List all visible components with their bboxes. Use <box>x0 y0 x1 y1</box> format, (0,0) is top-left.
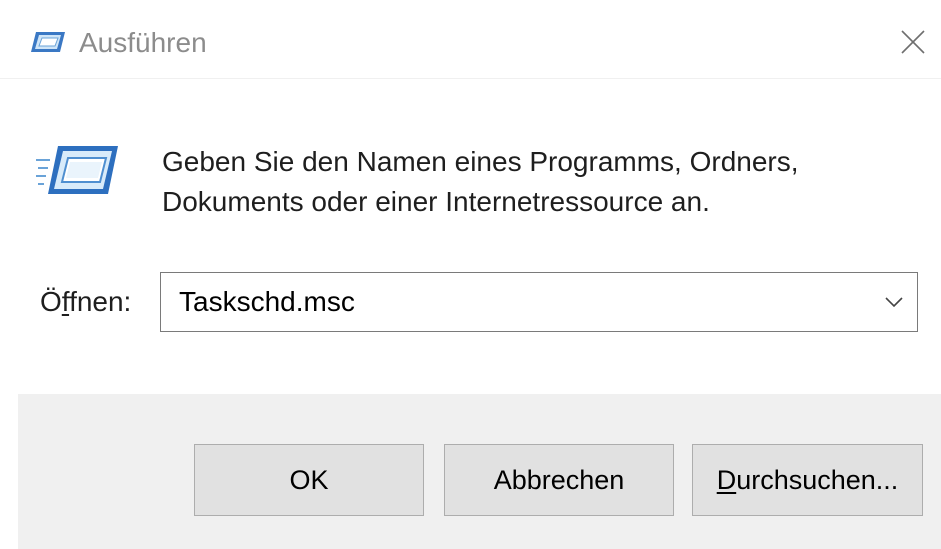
description-text: Geben Sie den Namen eines Programms, Ord… <box>162 142 922 222</box>
open-label-suffix: fnen: <box>69 286 132 317</box>
close-button[interactable] <box>885 14 941 70</box>
open-input[interactable]: Taskschd.msc <box>179 284 355 320</box>
browse-button-label: Durchsuchen... <box>717 465 899 496</box>
browse-label-rest: urchsuchen... <box>736 464 899 495</box>
ok-button[interactable]: OK <box>194 444 424 516</box>
run-dialog: Ausführen Geben Sie den Namen eines Prog… <box>0 0 941 549</box>
open-label-accelerator: f <box>61 286 70 317</box>
run-app-icon <box>30 30 66 54</box>
open-label-prefix: Ö <box>40 286 62 317</box>
open-combobox[interactable]: Taskschd.msc <box>160 272 918 332</box>
close-icon <box>901 30 925 54</box>
ok-button-label: OK <box>289 464 329 495</box>
browse-accelerator: D <box>716 464 737 495</box>
chevron-down-icon <box>885 297 903 307</box>
browse-button[interactable]: Durchsuchen... <box>692 444 923 516</box>
window-title: Ausführen <box>79 27 207 58</box>
description-line-1: Geben Sie den Namen eines Programms, Ord… <box>162 146 799 177</box>
cancel-button[interactable]: Abbrechen <box>444 444 674 516</box>
cancel-button-label: Abbrechen <box>493 464 625 495</box>
open-label: Öffnen: <box>40 284 131 320</box>
title-bar[interactable]: Ausführen <box>0 0 941 79</box>
dropdown-button[interactable] <box>879 287 909 317</box>
run-icon <box>36 144 120 196</box>
description-line-2: Dokuments oder einer Internetressource a… <box>162 186 710 217</box>
